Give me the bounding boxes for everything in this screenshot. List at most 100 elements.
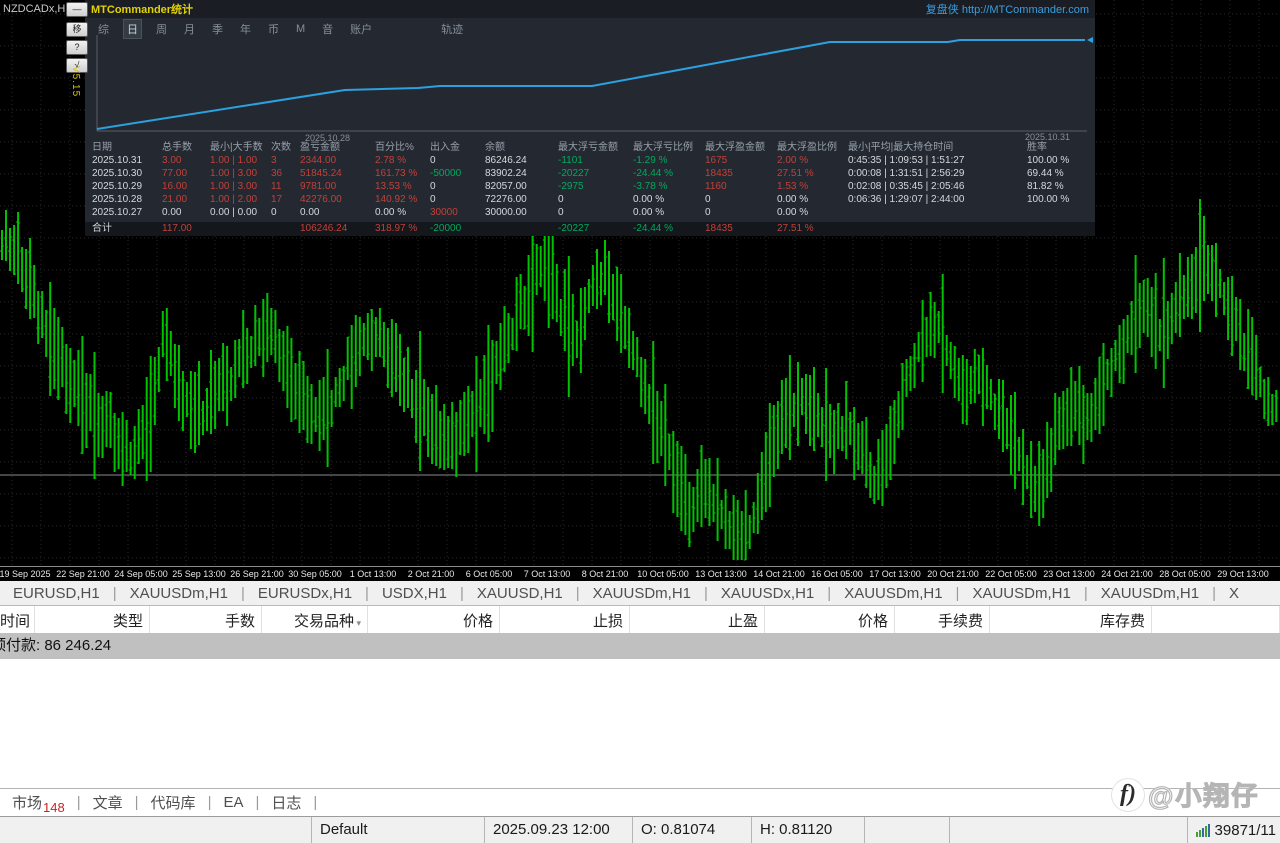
- stats-cell: 次数: [271, 141, 300, 154]
- move-button[interactable]: 移: [66, 22, 88, 37]
- help-button[interactable]: ?: [66, 40, 88, 55]
- stats-cell: -3.78 %: [633, 180, 705, 193]
- axis-tick-label: 24 Sep 05:00: [114, 569, 168, 579]
- symbol-tab-USDX-H1[interactable]: USDX,H1: [369, 585, 460, 602]
- stats-cell: 30000: [430, 206, 485, 219]
- stats-cell: 0: [430, 180, 485, 193]
- trade-column-手数[interactable]: 手数: [150, 606, 262, 633]
- stats-cell: 1160: [705, 180, 777, 193]
- stats-cell: 0: [705, 206, 777, 219]
- stats-cell: 2025.10.31: [92, 154, 162, 167]
- stats-cell: -20227: [558, 167, 633, 180]
- symbol-tab-XAUUSD-H1[interactable]: XAUUSD,H1: [464, 585, 576, 602]
- stats-cell: 1.53 %: [777, 180, 848, 193]
- status-cell: O: 0.81074: [633, 817, 752, 843]
- stats-cell: 18435: [705, 167, 777, 180]
- axis-tick-label: 26 Sep 21:00: [230, 569, 284, 579]
- stats-cell: 0:02:08 | 0:35:45 | 2:05:46: [848, 180, 1027, 193]
- stats-cell: 81.82 %: [1027, 180, 1089, 193]
- terminal-tab-市场[interactable]: 市场148: [0, 792, 77, 813]
- stats-cell: 86246.24: [485, 154, 558, 167]
- equity-curve-chart: [85, 0, 1095, 140]
- histogram-bar: [1196, 832, 1198, 837]
- symbol-tab-X[interactable]: X: [1216, 585, 1252, 602]
- watermark-text: @小翔仔: [1148, 776, 1259, 813]
- axis-tick-label: 23 Oct 13:00: [1043, 569, 1095, 579]
- stats-cell: 最大浮亏金额: [558, 141, 633, 154]
- stats-total-row: 合计117.00106246.24318.97 %-20000-20227-24…: [92, 222, 1089, 235]
- minimize-button[interactable]: —: [66, 2, 88, 17]
- stats-cell: 0: [558, 193, 633, 206]
- trade-column-价格[interactable]: 价格: [765, 606, 895, 633]
- histogram-bar: [1205, 826, 1207, 837]
- stats-cell: 总手数: [162, 141, 210, 154]
- stats-cell: -20227: [558, 222, 633, 235]
- symbol-tab-XAUUSDm-H1[interactable]: XAUUSDm,H1: [831, 585, 955, 602]
- stats-cell: 27.51 %: [777, 167, 848, 180]
- stats-data-row: 2025.10.2916.001.00 | 3.00119781.0013.53…: [92, 180, 1089, 193]
- symbol-tab-XAUUSDx-H1[interactable]: XAUUSDx,H1: [708, 585, 827, 602]
- stats-cell: 2025.10.28: [92, 193, 162, 206]
- symbol-tab-XAUUSDm-H1[interactable]: XAUUSDm,H1: [1088, 585, 1212, 602]
- status-bar: Default2025.09.23 12:00O: 0.81074H: 0.81…: [0, 816, 1280, 843]
- stats-cell: 117.00: [162, 222, 210, 235]
- stats-cell: 0.00: [162, 206, 210, 219]
- stats-cell: 0:06:36 | 1:29:07 | 2:44:00: [848, 193, 1027, 206]
- histogram-bar: [1199, 830, 1201, 837]
- terminal-tab-日志[interactable]: 日志: [259, 792, 313, 813]
- stats-cell: 0: [558, 206, 633, 219]
- stats-cell: [848, 206, 1027, 219]
- axis-tick-label: 29 Oct 13:00: [1217, 569, 1269, 579]
- stats-cell: [271, 222, 300, 235]
- tab-separator: |: [313, 794, 317, 811]
- stats-cell: 72276.00: [485, 193, 558, 206]
- trade-column-止损[interactable]: 止损: [500, 606, 630, 633]
- axis-tick-label: 10 Oct 05:00: [637, 569, 689, 579]
- axis-tick-label: 22 Sep 21:00: [56, 569, 110, 579]
- terminal-tab-代码库[interactable]: 代码库: [139, 792, 208, 813]
- stats-cell: [1027, 206, 1089, 219]
- stats-cell: -1.29 %: [633, 154, 705, 167]
- chart-symbol-label: NZDCADx,H1: [3, 3, 71, 15]
- stats-data-row: 2025.10.2821.001.00 | 2.001742276.00140.…: [92, 193, 1089, 206]
- stats-cell: 27.51 %: [777, 222, 848, 235]
- trade-column-价格[interactable]: 价格: [368, 606, 500, 633]
- stats-cell: 1675: [705, 154, 777, 167]
- symbol-tab-XAUUSDm-H1[interactable]: XAUUSDm,H1: [117, 585, 241, 602]
- trade-column-手续费[interactable]: 手续费: [895, 606, 990, 633]
- stats-data-row: 2025.10.3077.001.00 | 3.003651845.24161.…: [92, 167, 1089, 180]
- trade-column-交易品种[interactable]: 交易品种 ▾: [262, 606, 368, 633]
- stats-cell: 3.00: [162, 154, 210, 167]
- stats-cell: 30000.00: [485, 206, 558, 219]
- mt-terminal-window: NZDCADx,H1 —移?√ V5.15 19 Sep 202522 Sep …: [0, 0, 1280, 843]
- sort-arrow-icon: ▾: [354, 618, 361, 628]
- status-cell: Default: [312, 817, 485, 843]
- terminal-tab-文章[interactable]: 文章: [81, 792, 135, 813]
- stats-cell: 106246.24: [300, 222, 375, 235]
- status-cell: 2025.09.23 12:00: [485, 817, 633, 843]
- trade-column-库存费[interactable]: 库存费: [990, 606, 1152, 633]
- symbol-tab-EURUSD-H1[interactable]: EURUSD,H1: [0, 585, 113, 602]
- stats-cell: -1101: [558, 154, 633, 167]
- trade-column-extra[interactable]: [1152, 606, 1280, 633]
- stats-cell: 余额: [485, 141, 558, 154]
- stats-cell: -2975: [558, 180, 633, 193]
- axis-tick-label: 25 Sep 13:00: [172, 569, 226, 579]
- trade-column-时间[interactable]: 时间: [0, 606, 35, 633]
- axis-tick-label: 16 Oct 05:00: [811, 569, 863, 579]
- trade-column-止盈[interactable]: 止盈: [630, 606, 765, 633]
- symbol-tab-XAUUSDm-H1[interactable]: XAUUSDm,H1: [580, 585, 704, 602]
- axis-tick-label: 2 Oct 21:00: [408, 569, 455, 579]
- stats-data-row: 2025.10.313.001.00 | 1.0032344.002.78 %0…: [92, 154, 1089, 167]
- stats-cell: 胜率: [1027, 141, 1089, 154]
- trade-column-类型[interactable]: 类型: [35, 606, 150, 633]
- symbol-tab-EURUSDx-H1[interactable]: EURUSDx,H1: [245, 585, 365, 602]
- margin-row: 预付款: 86 246.24: [0, 633, 1280, 659]
- symbol-tab-XAUUSDm-H1[interactable]: XAUUSDm,H1: [959, 585, 1083, 602]
- time-axis[interactable]: 19 Sep 202522 Sep 21:0024 Sep 05:0025 Se…: [0, 566, 1280, 581]
- stats-cell: 盈亏金额: [300, 141, 375, 154]
- terminal-tab-EA[interactable]: EA: [211, 794, 255, 811]
- stats-cell: 0:45:35 | 1:09:53 | 1:51:27: [848, 154, 1027, 167]
- watermark: f) @小翔仔: [1112, 776, 1259, 813]
- stats-cell: 100.00 %: [1027, 154, 1089, 167]
